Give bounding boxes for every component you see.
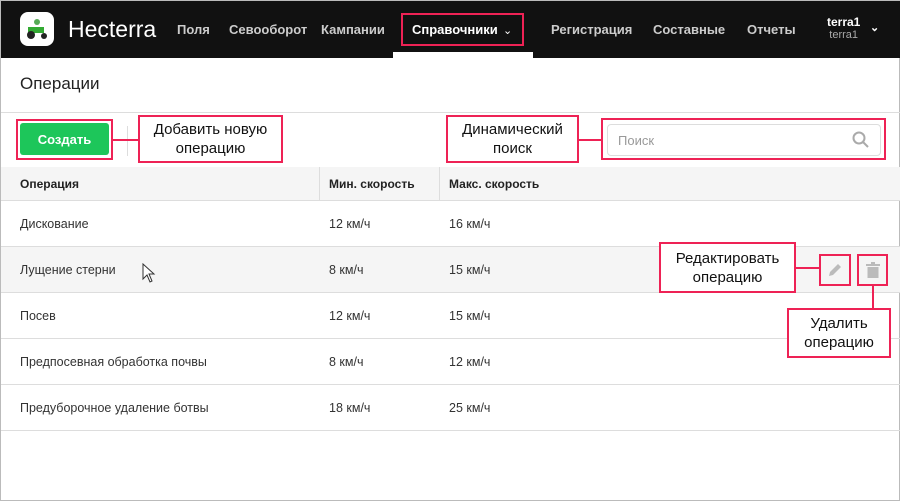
brand-name: Hecterra — [68, 16, 157, 42]
table-row[interactable]: Предпосевная обработка почвы 8 км/ч 12 км/… — [1, 339, 900, 385]
user-menu[interactable]: terra1 terra1 — [827, 15, 860, 41]
cell-min-speed: 8 км/ч — [329, 354, 364, 369]
user-login: terra1 — [829, 29, 859, 41]
annotation-line — [796, 267, 819, 269]
annotation-highlight-edit — [819, 254, 851, 286]
cell-max-speed: 15 км/ч — [449, 308, 491, 323]
cell-max-speed: 12 км/ч — [449, 354, 491, 369]
column-max-speed[interactable]: Макс. скорость — [449, 167, 539, 200]
annotation-highlight-create — [16, 119, 113, 160]
cell-operation: Лущение стерни — [20, 262, 116, 277]
table-row[interactable]: Предуборочное удаление ботвы 18 км/ч 25 км… — [1, 385, 900, 431]
table-header: Операция Мин. скорость Макс. скорость — [1, 167, 900, 201]
column-divider — [439, 167, 440, 200]
annotation-highlight-search — [601, 118, 886, 160]
page-title: Операции — [20, 74, 100, 93]
annotation-highlight-references — [401, 13, 524, 46]
annotation-edit: Редактировать операцию — [659, 242, 796, 293]
cell-max-speed: 15 км/ч — [449, 262, 491, 277]
cell-min-speed: 12 км/ч — [329, 216, 371, 231]
active-tab-indicator — [393, 52, 533, 58]
cell-operation: Предуборочное удаление ботвы — [20, 400, 209, 415]
column-min-speed[interactable]: Мин. скорость — [329, 167, 415, 200]
annotation-add: Добавить новую операцию — [138, 115, 283, 163]
chevron-down-icon[interactable]: ⌄ — [870, 21, 879, 34]
logo-tractor-icon[interactable] — [20, 12, 54, 46]
cell-min-speed: 18 км/ч — [329, 400, 371, 415]
nav-fields[interactable]: Поля — [177, 22, 210, 37]
cell-max-speed: 25 км/ч — [449, 400, 491, 415]
annotation-highlight-delete — [857, 254, 888, 286]
annotation-line — [579, 139, 601, 141]
divider — [127, 126, 128, 156]
divider — [1, 112, 900, 113]
nav-registration[interactable]: Регистрация — [551, 22, 632, 37]
annotation-delete: Удалить операцию — [787, 308, 891, 358]
cell-min-speed: 8 км/ч — [329, 262, 364, 277]
cell-min-speed: 12 км/ч — [329, 308, 371, 323]
nav-crop-rotation[interactable]: Севооборот — [229, 22, 307, 37]
cell-operation: Предпосевная обработка почвы — [20, 354, 207, 369]
nav-reports[interactable]: Отчеты — [747, 22, 796, 37]
annotation-search: Динамический поиск — [446, 115, 579, 163]
table-row[interactable]: Дискование 12 км/ч 16 км/ч — [1, 201, 900, 247]
cell-operation: Дискование — [20, 216, 89, 231]
nav-composite[interactable]: Составные — [653, 22, 725, 37]
column-divider — [319, 167, 320, 200]
mouse-cursor-icon — [142, 263, 156, 283]
user-name: terra1 — [827, 15, 861, 29]
annotation-line — [113, 139, 138, 141]
cell-operation: Посев — [20, 308, 56, 323]
cell-max-speed: 16 км/ч — [449, 216, 491, 231]
column-operation[interactable]: Операция — [20, 167, 79, 200]
table-row[interactable]: Посев 12 км/ч 15 км/ч — [1, 293, 900, 339]
nav-campaigns[interactable]: Кампании — [321, 22, 385, 37]
annotation-line — [872, 286, 874, 308]
